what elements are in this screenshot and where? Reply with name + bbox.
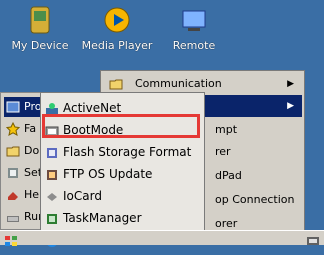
highlight-bootmode [42,114,200,138]
desktop-icon-media-player[interactable]: Media Player [81,6,153,52]
device-icon [26,6,54,34]
comm-item-taskmanager[interactable]: TaskManager [43,207,203,229]
comm-item-ftp-os-update[interactable]: FTP OS Update [43,163,203,185]
run-icon [6,210,20,224]
submenu-arrow-icon: ▶ [287,101,294,111]
taskmanager-icon [45,211,59,225]
start-icon[interactable] [4,232,18,246]
remote-desktop-icon [180,6,208,34]
folder-icon [109,77,123,91]
settings-icon [6,166,20,180]
documents-icon [6,144,20,158]
desktop-icon-label: Remote Desktop [171,40,216,52]
help-icon [6,188,20,202]
ftp-icon [45,167,59,181]
desktop-icon-remote-desktop[interactable]: Remote Desktop [164,6,224,52]
taskbar [0,230,324,246]
comm-item-flash-storage-format[interactable]: Flash Storage Format [43,141,203,163]
desktop-icon-label: Media Player [81,39,153,52]
media-player-icon [103,6,131,34]
desktop-icon-label: My Device [11,39,69,52]
favorites-icon [5,121,21,136]
iocard-icon [45,189,59,203]
flash-icon [45,145,59,159]
comm-item-iocard[interactable]: IoCard [43,185,203,207]
desktop-icon-my-device[interactable]: My Device [8,6,72,52]
submenu-arrow-icon: ▶ [287,79,294,89]
keyboard-icon[interactable] [306,232,320,245]
desktop: My Device Media Player Remote Desktop Pr… [0,0,324,247]
programs-icon [6,100,20,114]
activenet-icon [45,101,59,115]
